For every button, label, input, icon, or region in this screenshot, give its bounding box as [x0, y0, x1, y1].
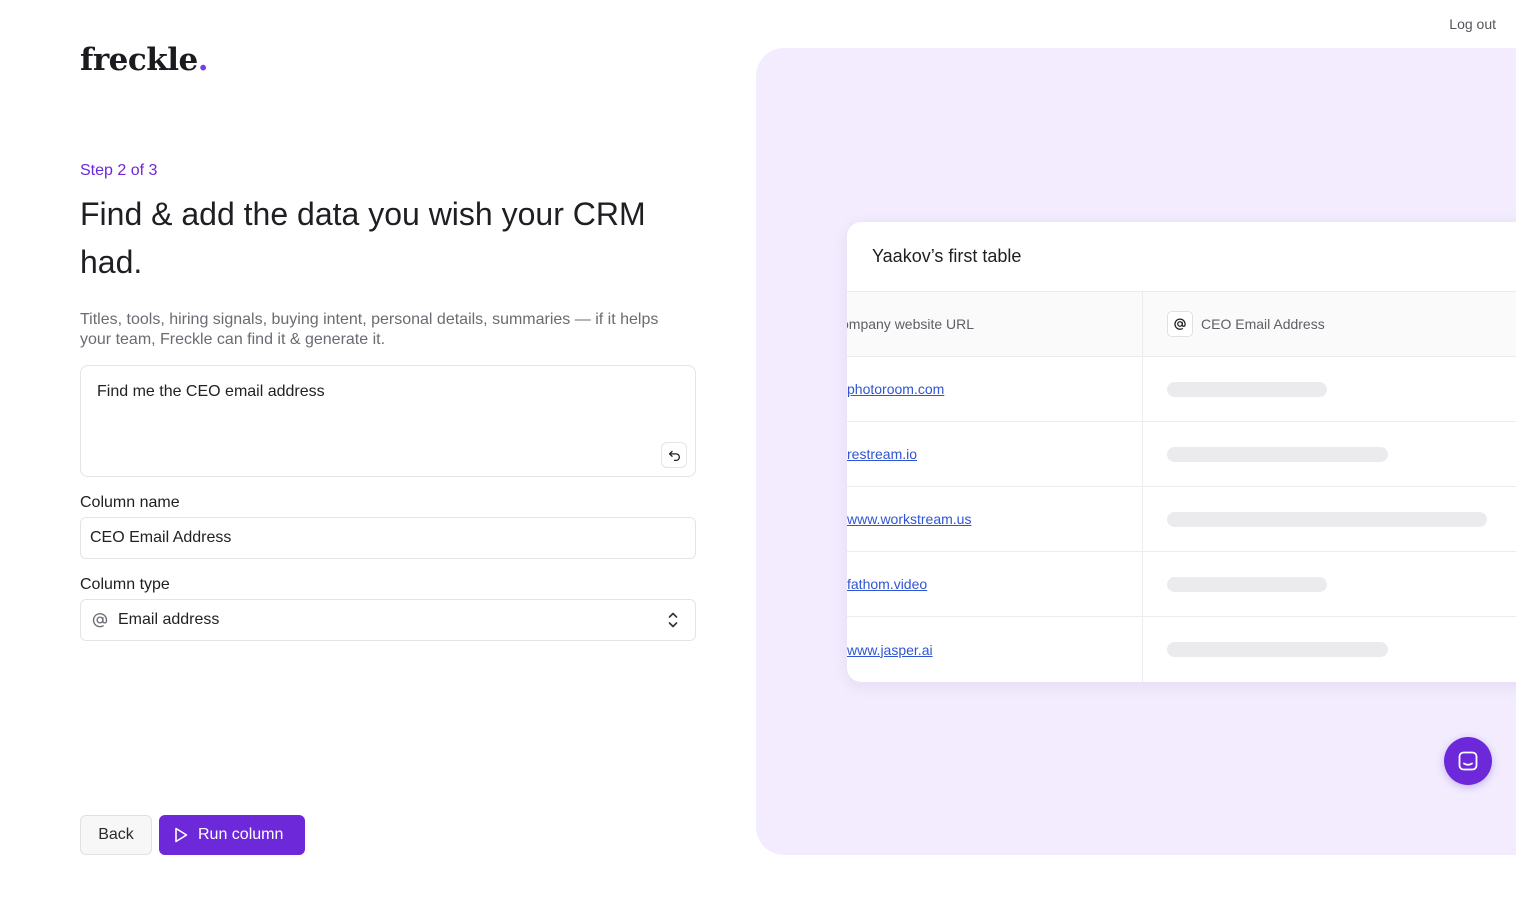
- table-row: www.workstream.us: [847, 487, 1516, 552]
- page-title: Find & add the data you wish your CRM ha…: [80, 196, 646, 280]
- column-type-label: Column type: [80, 576, 170, 593]
- support-chat-button[interactable]: [1444, 737, 1492, 785]
- company-url-link[interactable]: photoroom.com: [847, 381, 944, 397]
- company-url-link[interactable]: restream.io: [847, 446, 917, 462]
- brand-name: freckle: [80, 42, 198, 78]
- company-url-link[interactable]: www.jasper.ai: [847, 642, 933, 658]
- table-row: restream.io: [847, 422, 1516, 487]
- column-name-value[interactable]: CEO Email Address: [90, 529, 231, 547]
- run-column-button[interactable]: Run column: [159, 815, 305, 855]
- ceo-email-cell: [1143, 357, 1327, 421]
- column-header-company-url[interactable]: ompany website URL: [847, 292, 1143, 356]
- run-column-label: Run column: [198, 826, 284, 843]
- undo-button[interactable]: [661, 442, 687, 468]
- column-type-value: Email address: [118, 611, 220, 628]
- loading-skeleton: [1167, 642, 1388, 657]
- loading-skeleton: [1167, 381, 1327, 397]
- freckle-logo: freckle.: [80, 42, 209, 78]
- ceo-email-cell: [1143, 552, 1327, 616]
- ceo-email-cell: [1143, 422, 1388, 486]
- column-header-label: CEO Email Address: [1201, 316, 1325, 332]
- at-sign-icon: [1167, 311, 1193, 337]
- table-body: photoroom.com restream.io www.workstream.u…: [847, 357, 1516, 682]
- page-description: Titles, tools, hiring signals, buying in…: [80, 311, 659, 348]
- loading-skeleton: [1167, 446, 1388, 462]
- table-title: Yaakov’s first table: [847, 222, 1516, 292]
- chat-icon: [1458, 751, 1478, 771]
- prompt-text[interactable]: Find me the CEO email address: [97, 383, 325, 401]
- table-row: www.jasper.ai: [847, 617, 1516, 682]
- company-url-link[interactable]: www.workstream.us: [847, 511, 971, 527]
- chevron-up-down-icon: [667, 611, 679, 634]
- company-url-cell: photoroom.com: [847, 357, 1143, 421]
- company-url-cell: fathom.video: [847, 552, 1143, 616]
- ceo-email-cell: [1143, 617, 1388, 682]
- company-url-cell: www.workstream.us: [847, 487, 1143, 551]
- prompt-textarea[interactable]: Find me the CEO email address: [80, 365, 696, 477]
- column-type-select[interactable]: Email address: [80, 599, 696, 641]
- table-header: ompany website URL CEO Email Address: [847, 292, 1516, 357]
- company-url-cell: restream.io: [847, 422, 1143, 486]
- company-url-link[interactable]: fathom.video: [847, 576, 927, 592]
- loading-skeleton: [1167, 511, 1487, 527]
- play-icon: [174, 827, 188, 843]
- preview-table-card: Yaakov’s first table ompany website URL …: [847, 222, 1516, 682]
- logout-link[interactable]: Log out: [1449, 16, 1496, 32]
- table-row: fathom.video: [847, 552, 1516, 617]
- back-button-label: Back: [98, 826, 134, 843]
- loading-skeleton: [1167, 576, 1327, 592]
- column-header-label: ompany website URL: [847, 316, 975, 332]
- undo-icon: [668, 450, 680, 461]
- column-name-input[interactable]: CEO Email Address: [80, 517, 696, 559]
- step-indicator: Step 2 of 3: [80, 162, 158, 179]
- preview-panel: Yaakov’s first table ompany website URL …: [756, 48, 1516, 855]
- column-name-label: Column name: [80, 494, 180, 511]
- back-button[interactable]: Back: [80, 815, 152, 855]
- table-row: photoroom.com: [847, 357, 1516, 422]
- brand-dot: .: [197, 42, 209, 78]
- ceo-email-cell: [1143, 487, 1487, 551]
- at-sign-icon: [91, 611, 109, 629]
- column-header-ceo-email[interactable]: CEO Email Address: [1143, 292, 1325, 356]
- company-url-cell: www.jasper.ai: [847, 617, 1143, 682]
